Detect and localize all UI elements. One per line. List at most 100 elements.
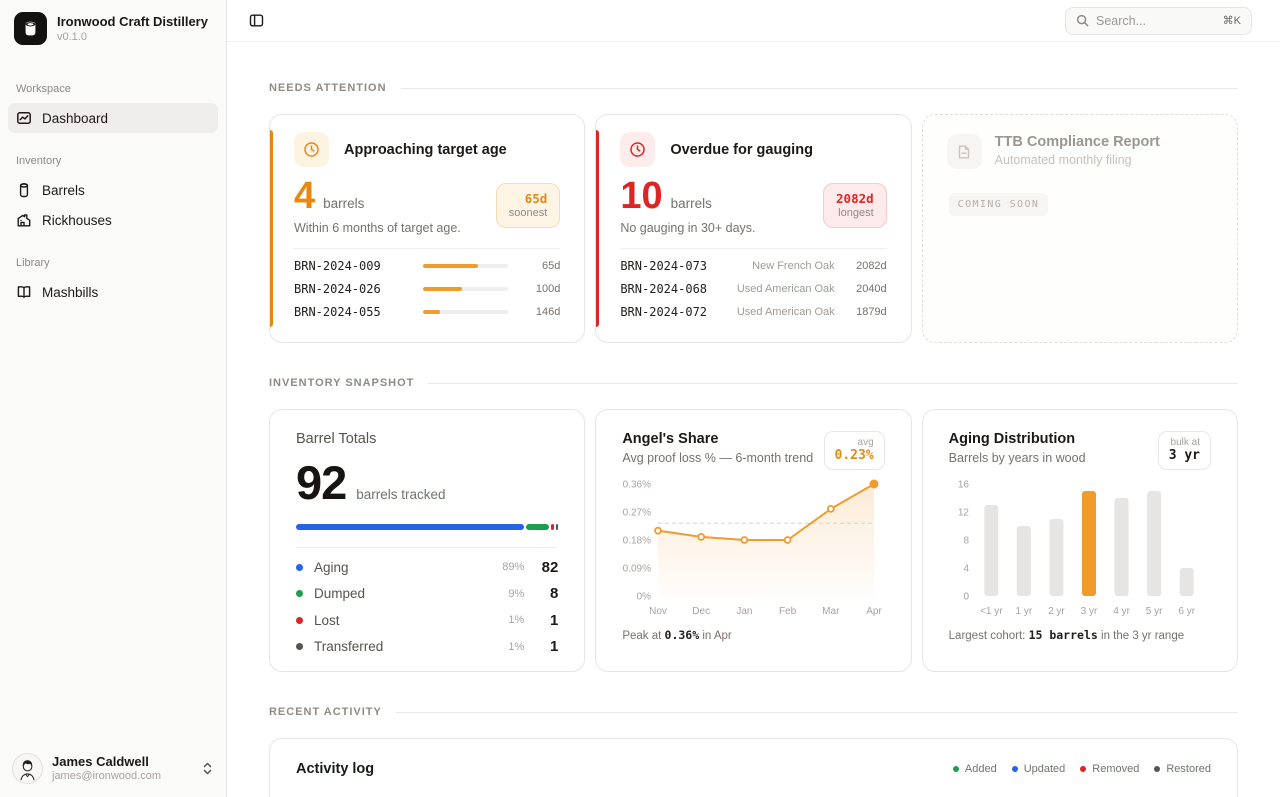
barrel-count-unit: barrels — [323, 196, 364, 211]
inventory-snapshot-section: INVENTORY SNAPSHOT Barrel Totals 92 barr… — [269, 377, 1238, 672]
svg-text:0.27%: 0.27% — [623, 508, 651, 519]
clock-icon-box — [294, 132, 329, 167]
age-progress-bar — [423, 264, 508, 268]
badge-label: longest — [836, 207, 874, 219]
days-overdue: 2082d — [845, 260, 887, 272]
legend-item: Added — [953, 763, 997, 775]
sidebar-item-label: Dashboard — [42, 111, 108, 126]
svg-text:0.09%: 0.09% — [623, 564, 651, 575]
section-title: INVENTORY SNAPSHOT — [269, 377, 414, 389]
chart-footnote: Peak at 0.36% in Apr — [622, 628, 884, 642]
barrel-row: BRN-2024-068 Used American Oak 2040d — [620, 278, 886, 301]
svg-text:0.18%: 0.18% — [623, 536, 651, 547]
badge-value: 2082d — [836, 191, 874, 206]
dashboard-content: NEEDS ATTENTION Approaching target age — [227, 42, 1280, 797]
card-subtitle: Automated monthly filing — [995, 153, 1160, 167]
sidebar-item-mashbills[interactable]: Mashbills — [8, 277, 218, 307]
barrel-row: BRN-2024-072 Used American Oak 1879d — [620, 301, 886, 324]
legend-percent: 1% — [508, 641, 524, 653]
legend-item: Restored — [1154, 763, 1211, 775]
barrel-icon — [16, 182, 32, 198]
barrel-id: BRN-2024-026 — [294, 282, 413, 296]
barrel-wood-type: Used American Oak — [733, 283, 835, 295]
svg-text:Mar: Mar — [823, 606, 841, 617]
sidebar-item-label: Mashbills — [42, 285, 98, 300]
sidebar-item-label: Barrels — [42, 183, 85, 198]
aging-bar-chart: 0481216<1 yr1 yr2 yr3 yr4 yr5 yr6 yr — [949, 474, 1211, 626]
card-subtitle: Avg proof loss % — 6-month trend — [622, 451, 813, 465]
sidebar-item-dashboard[interactable]: Dashboard — [8, 103, 218, 133]
approaching-target-age-card: Approaching target age 4 barrels Within … — [269, 114, 585, 343]
sidebar-toggle-button[interactable] — [245, 9, 268, 32]
panel-left-icon — [249, 13, 264, 28]
svg-text:4: 4 — [963, 564, 969, 575]
legend-label: Aging — [314, 560, 349, 575]
svg-text:2 yr: 2 yr — [1048, 606, 1065, 617]
section-title: RECENT ACTIVITY — [269, 706, 382, 718]
total-count-unit: barrels tracked — [356, 487, 445, 502]
legend-value: 1 — [524, 638, 558, 655]
legend-label: Transferred — [314, 639, 383, 654]
sidebar-item-rickhouses[interactable]: Rickhouses — [8, 205, 218, 235]
legend-value: 8 — [524, 585, 558, 602]
legend-row: Transferred 1% 1 — [296, 634, 558, 661]
barrel-wood-type: New French Oak — [733, 260, 835, 272]
days-overdue: 1879d — [845, 306, 887, 318]
barrel-id: BRN-2024-055 — [294, 305, 413, 319]
nav-section-workspace: Workspace — [8, 83, 218, 95]
barrel-totals-card: Barrel Totals 92 barrels tracked Aging 8… — [269, 409, 585, 672]
section-divider — [401, 88, 1238, 89]
user-meta: James Caldwell james@ironwood.com — [52, 755, 192, 782]
card-title: TTB Compliance Report — [995, 134, 1160, 150]
legend-item: Updated — [1012, 763, 1066, 775]
clock-icon — [629, 141, 646, 158]
barrel-count-unit: barrels — [671, 196, 712, 211]
removed-dot — [1080, 766, 1086, 772]
search-box[interactable]: ⌘K — [1065, 7, 1252, 35]
restored-dot — [1154, 766, 1160, 772]
divider — [296, 547, 558, 548]
updated-dot — [1012, 766, 1018, 772]
sidebar-header: Ironwood Craft Distillery v0.1.0 — [0, 0, 226, 55]
legend-label: Added — [965, 763, 997, 775]
app-version: v0.1.0 — [57, 31, 208, 43]
nav-section-library: Library — [8, 257, 218, 269]
card-description: No gauging in 30+ days. — [620, 221, 755, 235]
age-progress-bar — [423, 287, 508, 291]
card-title: Approaching target age — [344, 142, 507, 158]
transferred-dot — [296, 643, 303, 650]
svg-text:16: 16 — [958, 480, 970, 491]
aging-distribution-card: Aging Distribution Barrels by years in w… — [922, 409, 1238, 672]
svg-text:12: 12 — [958, 508, 970, 519]
open-book-icon — [16, 284, 32, 300]
barrel-wood-type: Used American Oak — [733, 306, 835, 318]
svg-text:Apr: Apr — [867, 606, 883, 617]
status-stacked-bar — [296, 524, 558, 530]
svg-text:Nov: Nov — [649, 606, 667, 617]
barrel-list: BRN-2024-009 65d BRN-2024-026 100d BRN-2… — [294, 248, 560, 324]
card-title: Angel's Share — [622, 431, 813, 447]
section-divider — [428, 383, 1238, 384]
added-dot — [953, 766, 959, 772]
sidebar-item-barrels[interactable]: Barrels — [8, 175, 218, 205]
nav-section-inventory: Inventory — [8, 155, 218, 167]
user-name: James Caldwell — [52, 755, 192, 770]
aging-dot — [296, 564, 303, 571]
search-input[interactable] — [1096, 14, 1216, 28]
section-title: NEEDS ATTENTION — [269, 82, 387, 94]
document-icon — [956, 144, 972, 160]
dashboard-chart-icon — [16, 110, 32, 126]
svg-text:1 yr: 1 yr — [1015, 606, 1032, 617]
badge-value: 65d — [509, 191, 548, 206]
user-menu[interactable]: James Caldwell james@ironwood.com — [0, 740, 226, 797]
svg-text:0.36%: 0.36% — [623, 480, 651, 491]
brand-block: Ironwood Craft Distillery v0.1.0 — [57, 14, 208, 43]
badge-label: soonest — [509, 207, 548, 219]
bulk-badge: bulk at 3 yr — [1158, 431, 1211, 470]
sidebar-nav: Workspace Dashboard Inventory Barrels Ri… — [0, 55, 226, 740]
stacked-bar-segment — [296, 524, 524, 530]
legend-label: Updated — [1024, 763, 1066, 775]
barrel-row: BRN-2024-026 100d — [294, 278, 560, 301]
longest-badge: 2082d longest — [823, 183, 887, 228]
stacked-bar-segment — [526, 524, 548, 530]
